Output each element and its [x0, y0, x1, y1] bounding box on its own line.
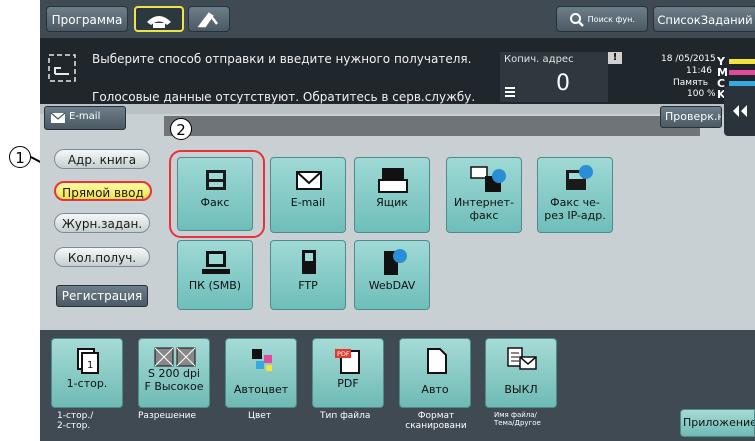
recipients-count-tab[interactable]: Кол.получ. [54, 247, 150, 267]
color-value: Автоцвет [233, 383, 289, 396]
file-type-value: PDF [337, 377, 359, 390]
webdav-label: WebDAV [368, 279, 416, 292]
message-area: Выберите способ отправки и введите нужно… [40, 38, 755, 104]
date-text: 18 /05/2015 [661, 54, 716, 64]
page-icon [427, 348, 447, 374]
memory-label: Память [673, 78, 709, 88]
hook-button[interactable] [188, 6, 230, 32]
pc-smb-label: ПК (SMB) [188, 279, 242, 292]
double-chevron-left-icon [733, 105, 747, 117]
filename-value: ВЫКЛ [504, 383, 538, 396]
envelope-icon [50, 112, 66, 123]
pdf-file-icon: PDF [335, 349, 360, 374]
auto-color-icon [252, 349, 272, 371]
ftp-icon [302, 250, 316, 274]
top-toolbar: Программа Поиск фун. СписокЗаданий [40, 0, 755, 38]
resolution-value: S 200 dpi F Высокое [144, 367, 204, 393]
program-button[interactable]: Программа [46, 6, 128, 32]
warning-icon: ! [608, 52, 622, 64]
list-icon [505, 87, 515, 97]
ftp-label: FTP [298, 279, 318, 292]
box-label: Ящик [376, 196, 408, 209]
ip-fax-label: Факс че- рез IP-адр. [544, 196, 606, 222]
copies-address-value: 0 [556, 71, 570, 96]
tab-strip [40, 104, 755, 114]
duplex-setting-button[interactable]: 1 1-стор. [51, 338, 123, 408]
svg-text:PDF: PDF [337, 350, 350, 358]
memory-value: 100 % [687, 89, 716, 99]
voice-status-text: Голосовые данные отсутствуют. Обратитесь… [92, 90, 476, 104]
direct-input-tab[interactable]: Прямой ввод [54, 181, 152, 201]
ip-fax-tile[interactable]: Факс че- рез IP-адр. [537, 157, 613, 233]
check-button[interactable]: Проверк.на [660, 106, 722, 128]
job-log-tab[interactable]: Журн.задан. [54, 213, 150, 233]
duplex-value: 1-стор. [66, 377, 108, 390]
internet-fax-tile[interactable]: Интернет- факс [446, 157, 522, 233]
ip-fax-icon [566, 165, 593, 190]
address-book-tab[interactable]: Адр. книга [54, 149, 150, 169]
color-caption: Цвет [248, 411, 272, 421]
pc-smb-icon [202, 251, 230, 274]
internet-fax-icon [470, 166, 506, 192]
callout-1: 1 [9, 146, 31, 168]
handset-icon [197, 12, 218, 28]
scan-size-setting-button[interactable]: Авто [399, 338, 471, 408]
scan-size-value: Авто [421, 383, 449, 396]
search-label: Поиск фун. [587, 15, 635, 24]
toner-m-bar [729, 70, 755, 75]
file-type-setting-button[interactable]: PDF PDF [312, 338, 384, 408]
filename-caption: Имя файла/ Тема/Другое [494, 411, 541, 427]
time-text: 11:46 [686, 66, 712, 76]
filename-setting-button[interactable]: ВЫКЛ [485, 338, 557, 408]
applications-button[interactable]: Приложение [680, 409, 755, 437]
email-tab[interactable]: E-mail [44, 106, 126, 130]
email-tab-label: E-mail [69, 111, 101, 122]
filename-email-icon [507, 347, 537, 370]
svg-text:1: 1 [87, 360, 93, 371]
box-icon [378, 168, 408, 193]
webdav-tile[interactable]: WebDAV [354, 240, 430, 310]
collapse-button[interactable] [724, 86, 755, 136]
destination-input-line[interactable] [164, 116, 700, 136]
webdav-icon [384, 249, 407, 275]
instruction-text: Выберите способ отправки и введите нужно… [92, 52, 472, 66]
email-icon [296, 171, 322, 190]
pc-smb-tile[interactable]: ПК (SMB) [177, 240, 253, 310]
simplex-page-icon: 1 [77, 348, 99, 374]
ftp-tile[interactable]: FTP [270, 240, 346, 310]
color-setting-button[interactable]: Автоцвет [225, 338, 297, 408]
function-search-button[interactable]: Поиск фун. [556, 6, 648, 32]
phone-icon [147, 16, 171, 28]
control-panel: Программа Поиск фун. СписокЗаданий Выбер… [40, 0, 755, 441]
duplex-caption: 1-стор./ 2-стор. [57, 411, 94, 431]
phone-button[interactable] [134, 6, 184, 32]
send-method-icon [48, 54, 76, 82]
scan-size-caption: Формат сканировани [405, 411, 467, 431]
email-label: E-mail [290, 196, 326, 209]
fax-highlight-ring [169, 150, 265, 238]
resolution-caption: Разрешение [138, 411, 197, 421]
copies-address-box: Копич. адрес 0 [500, 52, 608, 102]
box-tile[interactable]: Ящик [354, 157, 430, 233]
internet-fax-label: Интернет- факс [454, 196, 514, 222]
register-button[interactable]: Регистрация [56, 285, 148, 307]
toner-y-bar [729, 59, 755, 64]
resolution-setting-button[interactable]: S 200 dpi F Высокое [138, 338, 210, 408]
job-list-button[interactable]: СписокЗаданий [653, 6, 755, 32]
search-icon [570, 13, 584, 27]
callout-2: 2 [170, 118, 192, 140]
file-type-caption: Тип файла [320, 411, 371, 421]
copies-address-label: Копич. адрес [504, 54, 574, 65]
email-tile[interactable]: E-mail [270, 157, 346, 233]
